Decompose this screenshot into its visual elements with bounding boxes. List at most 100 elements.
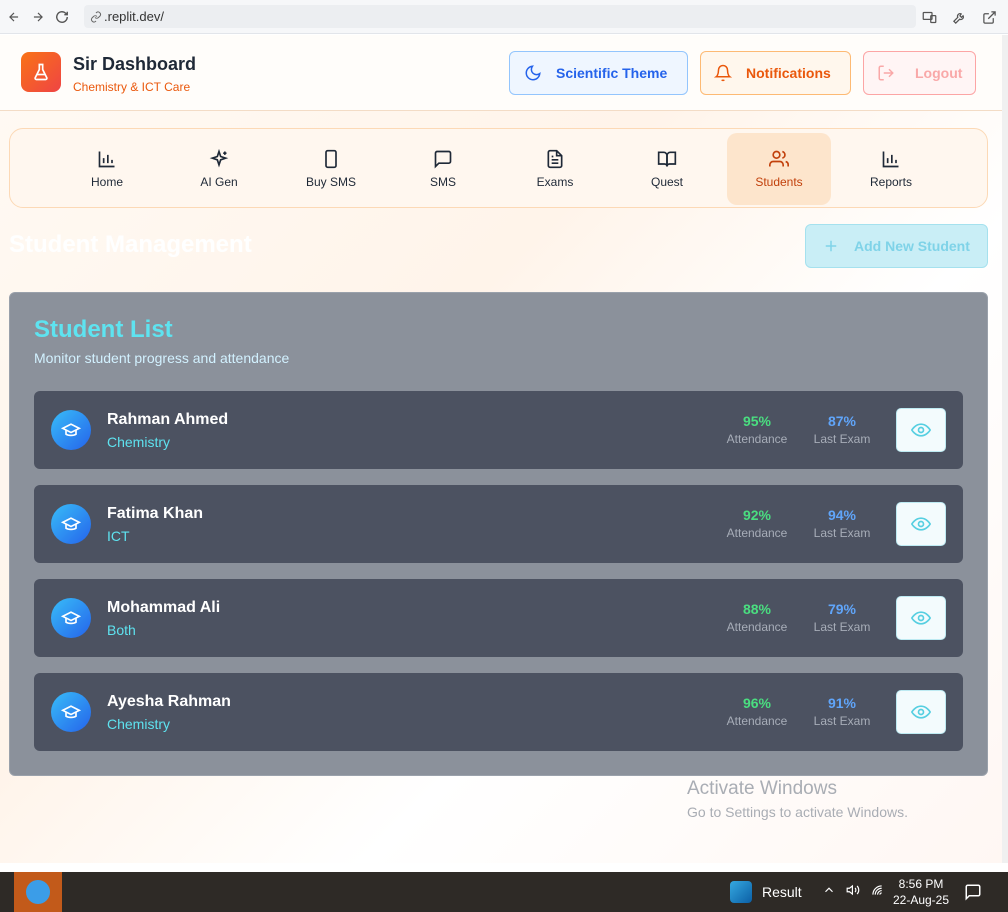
eye-icon	[911, 517, 931, 531]
theme-button[interactable]: Scientific Theme	[509, 51, 688, 95]
tab-ai-gen[interactable]: AI Gen	[167, 133, 271, 205]
link-icon	[91, 11, 101, 22]
attendance-value: 88%	[742, 601, 772, 617]
student-name: Mohammad Ali	[107, 599, 221, 616]
address-bar[interactable]: .replit.dev/	[84, 5, 916, 28]
sparkles-icon	[209, 149, 229, 168]
tab-reports[interactable]: Reports	[839, 133, 943, 205]
file-text-icon	[547, 149, 563, 169]
notifications-button-label: Notifications	[746, 65, 831, 81]
clock-date: 22-Aug-25	[892, 893, 950, 907]
student-row: Ayesha Rahman Chemistry 96% Attendance 9…	[34, 673, 963, 751]
start-button[interactable]	[14, 872, 62, 912]
eye-icon	[911, 705, 931, 719]
tab-label: AI Gen	[200, 175, 238, 189]
app-subtitle: Chemistry & ICT Care	[73, 80, 191, 94]
tab-exams[interactable]: Exams	[503, 133, 607, 205]
tab-label: Reports	[869, 175, 913, 189]
view-student-button[interactable]	[896, 502, 946, 546]
student-list-subtitle: Monitor student progress and attendance	[34, 350, 290, 366]
activate-windows-watermark: Activate Windows Go to Settings to activ…	[687, 778, 908, 820]
taskbar: Result 8:56 PM 22-Aug-25	[0, 872, 1008, 912]
message-square-icon	[434, 150, 452, 169]
flask-icon	[21, 52, 61, 92]
logout-icon	[877, 64, 895, 82]
logout-button[interactable]: Logout	[863, 51, 976, 95]
forward-icon[interactable]	[28, 7, 48, 27]
app-title: Sir Dashboard	[73, 54, 197, 74]
student-list-title: Student List	[34, 316, 173, 343]
smartphone-icon	[325, 149, 337, 169]
tab-students[interactable]: Students	[727, 133, 831, 205]
bell-icon	[714, 64, 732, 82]
chevron-up-icon[interactable]	[822, 883, 836, 897]
student-name: Ayesha Rahman	[107, 693, 231, 710]
student-name: Rahman Ahmed	[107, 411, 229, 428]
student-subject: Both	[107, 622, 136, 638]
start-icon	[26, 880, 50, 904]
attendance-label: Attendance	[726, 432, 788, 446]
graduation-cap-icon	[51, 504, 91, 544]
attendance-stat: 96% Attendance	[717, 695, 797, 728]
scrollbar[interactable]	[1002, 35, 1008, 863]
view-student-button[interactable]	[896, 596, 946, 640]
view-student-button[interactable]	[896, 690, 946, 734]
eye-icon	[911, 423, 931, 437]
tab-label: SMS	[429, 175, 456, 189]
wrench-icon[interactable]	[950, 8, 968, 26]
main-nav: Home AI Gen Buy SMS SMS Exams Quest Stud…	[9, 128, 988, 208]
plus-icon	[822, 237, 840, 255]
notifications-button[interactable]: Notifications	[700, 51, 851, 95]
student-subject: Chemistry	[107, 716, 171, 732]
reload-icon[interactable]	[52, 7, 72, 27]
student-name: Fatima Khan	[107, 505, 204, 522]
tab-label: Exams	[536, 175, 574, 189]
wifi-icon[interactable]	[870, 883, 884, 897]
last-exam-value: 87%	[827, 413, 857, 429]
student-subject: Chemistry	[107, 434, 171, 450]
app-root: Sir Dashboard Chemistry & ICT Care Scien…	[0, 35, 1002, 863]
clock-time: 8:56 PM	[898, 877, 944, 891]
student-subject: ICT	[107, 528, 130, 544]
tab-home[interactable]: Home	[55, 133, 159, 205]
last-exam-value: 91%	[827, 695, 857, 711]
attendance-value: 95%	[742, 413, 772, 429]
back-icon[interactable]	[4, 7, 24, 27]
tab-buy-sms[interactable]: Buy SMS	[279, 133, 383, 205]
last-exam-label: Last Exam	[813, 526, 871, 540]
app-header: Sir Dashboard Chemistry & ICT Care Scien…	[0, 35, 1002, 111]
view-student-button[interactable]	[896, 408, 946, 452]
attendance-stat: 92% Attendance	[717, 507, 797, 540]
notification-center-icon[interactable]	[964, 883, 982, 906]
attendance-stat: 88% Attendance	[717, 601, 797, 634]
last-exam-stat: 94% Last Exam	[802, 507, 882, 540]
attendance-value: 96%	[742, 695, 772, 711]
attendance-value: 92%	[742, 507, 772, 523]
attendance-stat: 95% Attendance	[717, 413, 797, 446]
last-exam-stat: 79% Last Exam	[802, 601, 882, 634]
eye-icon	[911, 611, 931, 625]
clock[interactable]: 8:56 PM 22-Aug-25	[888, 876, 954, 908]
tab-label: Quest	[650, 175, 683, 189]
url-text: .replit.dev/	[104, 9, 164, 24]
add-student-button[interactable]: Add New Student	[805, 224, 988, 268]
tab-label: Students	[755, 175, 803, 189]
taskbar-app-result[interactable]: Result	[730, 881, 802, 903]
bar-chart-icon	[882, 151, 899, 168]
external-link-icon[interactable]	[980, 8, 998, 26]
student-row: Rahman Ahmed Chemistry 95% Attendance 87…	[34, 391, 963, 469]
last-exam-value: 79%	[827, 601, 857, 617]
book-open-icon	[657, 151, 677, 167]
student-row: Fatima Khan ICT 92% Attendance 94% Last …	[34, 485, 963, 563]
tab-label: Home	[90, 175, 123, 189]
tab-quest[interactable]: Quest	[615, 133, 719, 205]
attendance-label: Attendance	[726, 620, 788, 634]
devices-icon[interactable]	[920, 8, 938, 26]
tab-sms[interactable]: SMS	[391, 133, 495, 205]
users-icon	[769, 150, 789, 167]
volume-icon[interactable]	[846, 883, 860, 897]
logout-button-label: Logout	[915, 65, 963, 81]
graduation-cap-icon	[51, 598, 91, 638]
bar-chart-icon	[98, 151, 115, 168]
theme-button-label: Scientific Theme	[556, 65, 668, 81]
